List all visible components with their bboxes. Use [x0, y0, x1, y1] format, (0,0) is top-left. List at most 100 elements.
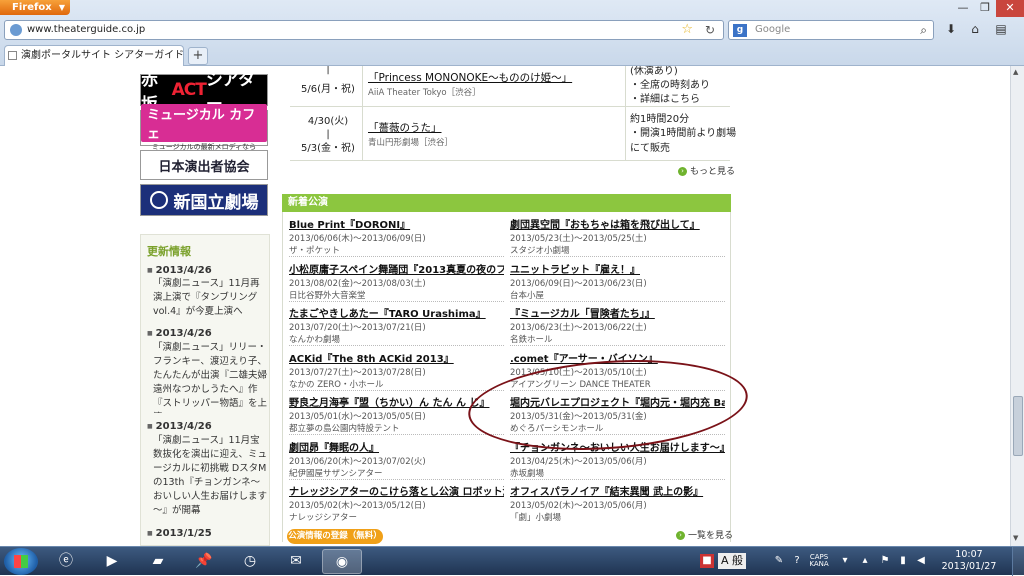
show-desktop-button[interactable]: [1012, 547, 1024, 576]
update-link[interactable]: 「演劇ニュース」11月再演上演で『タンブリング vol.4』が今夏上演へ: [153, 277, 269, 321]
tab-theaterguide[interactable]: 演劇ポータルサイト シアターガイド ...: [4, 45, 184, 66]
scroll-down-icon[interactable]: ▼: [1013, 534, 1018, 542]
home-icon[interactable]: ⌂: [967, 22, 983, 38]
performance-title[interactable]: 劇団昴『舞眠の人』: [289, 439, 504, 454]
performance-title[interactable]: ACKid『The 8th ACKid 2013』: [289, 350, 504, 365]
chevron-down-icon: ▼: [58, 3, 65, 12]
download-icon[interactable]: ⬇: [943, 22, 959, 38]
performance-item[interactable]: 『ミュージカル「冒険者たち」』 2013/06/23(土)～2013/06/22(…: [510, 305, 725, 345]
update-link[interactable]: 「演劇ニュース」11月宝数抜化を演出に迎え、ミュージカルに初挑戦 DスタMの13…: [153, 434, 269, 518]
schedule-title-link[interactable]: 「Princess MONONOKE～もののけ姫～」: [368, 70, 572, 85]
action-center-icon[interactable]: ⚑: [878, 554, 892, 568]
performance-dates: 2013/07/20(土)～2013/07/21(日): [289, 323, 426, 333]
performance-dates: 2013/08/02(金)～2013/08/03(土): [289, 278, 426, 289]
performance-dates: 2013/07/27(土)～2013/07/28(日): [289, 367, 426, 378]
site-identity-icon[interactable]: [10, 24, 22, 36]
performance-dates: 2013/06/09(日)～2013/06/23(日): [510, 278, 647, 289]
taskbar: ⓔ ▶ ▰ 📌 ◷ ✉ ◉ ■ A 般 ✎ ? CAPS KANA ▾ ▴ ⚑ ▮…: [0, 546, 1024, 576]
ime-indicator[interactable]: A 般: [718, 553, 747, 569]
performance-venue: 紀伊國屋サザンシアター: [289, 468, 383, 479]
search-icon[interactable]: ⌕: [920, 21, 927, 39]
performance-title[interactable]: ナレッジシアターのこけら落とし公演 ロボット演劇版『銀河鉄道の夜』: [289, 483, 504, 498]
maximize-button[interactable]: ❐: [972, 0, 998, 17]
performance-title[interactable]: オフィスパラノイア『結末異聞 武上の影』: [510, 483, 725, 498]
schedule-pipe: |: [326, 66, 330, 75]
banner-new-national-theatre[interactable]: 新国立劇場: [140, 184, 268, 216]
performance-item[interactable]: 劇団昴『舞眠の人』 2013/06/20(木)～2013/07/02(火) 紀伊國屋…: [289, 439, 504, 479]
performance-item[interactable]: Blue Print『DORONI』 2013/06/06(木)～2013/06/…: [289, 216, 504, 256]
arrow-right-icon: ›: [676, 531, 685, 540]
clock-icon[interactable]: ◷: [230, 549, 270, 574]
banner-japan-label: 日本演出者協会: [158, 159, 250, 175]
address-bar[interactable]: www.theaterguide.co.jp ☆ ↻: [4, 20, 724, 40]
internet-explorer-icon[interactable]: ⓔ: [46, 549, 86, 574]
performance-title[interactable]: たまごやきしあたー『TARO Urashima』: [289, 305, 504, 320]
thunderbird-icon[interactable]: ✉: [276, 549, 316, 574]
performance-title[interactable]: 劇団異空間『おもちゃは箱を飛び出して』: [510, 216, 725, 231]
google-engine-icon[interactable]: g: [733, 24, 747, 37]
signup-button[interactable]: 公演情報の登録（無料）: [287, 529, 383, 544]
schedule-pipe: |: [326, 129, 330, 140]
schedule-detail-link[interactable]: ・詳細はこちら: [630, 92, 740, 107]
search-box[interactable]: g Google ⌕: [728, 20, 934, 40]
banner-musical-cafe[interactable]: ミュージカル カフェ ミュージカルの最新メロディなら: [140, 104, 268, 151]
page-viewport: 赤坂ACTシアター ミュージカル カフェ ミュージカルの最新メロディなら 日本演…: [0, 66, 1010, 546]
media-player-icon[interactable]: ▶: [92, 549, 132, 574]
update-link[interactable]: 「演劇ニュース」リリー・フランキー、渡辺えり子、たんたんが出演『二雄夫婦遠州なつ…: [153, 341, 269, 413]
table-divider: [625, 66, 626, 160]
scroll-up-icon[interactable]: ▲: [1013, 68, 1018, 76]
schedule-date: 5/6(月・祝): [301, 84, 355, 95]
performance-item[interactable]: 劇団異空間『おもちゃは箱を飛び出して』 2013/05/23(土)～2013/05…: [510, 216, 725, 256]
performance-item[interactable]: 小松原庸子スペイン舞踊団『2013真夏の夜のフラメンコ』 2013/08/02(金…: [289, 261, 504, 301]
ime-settings-icon[interactable]: ✎: [772, 554, 786, 568]
list-link[interactable]: › 一覧を見る: [676, 528, 733, 541]
show-hidden-icons[interactable]: ▴: [858, 554, 872, 568]
chevron-down-icon[interactable]: ▾: [838, 554, 852, 568]
firefox-menu-button[interactable]: Firefox ▼: [0, 0, 70, 15]
clock[interactable]: 10:07 2013/01/27: [934, 549, 1004, 573]
update-date: 2013/4/26: [147, 265, 212, 276]
firefox-icon[interactable]: ◉: [322, 549, 362, 574]
bookmarks-menu-icon[interactable]: ▤: [993, 22, 1009, 38]
network-icon[interactable]: ▮: [896, 554, 910, 568]
performance-title[interactable]: ユニットラビット『雇え！』: [510, 261, 725, 276]
performance-item[interactable]: ACKid『The 8th ACKid 2013』 2013/07/27(土)～2…: [289, 350, 504, 390]
start-button[interactable]: [4, 548, 38, 575]
firefox-menu-label: Firefox: [12, 2, 52, 13]
help-icon[interactable]: ?: [790, 554, 804, 568]
performance-venue: 台本小屋: [510, 290, 545, 301]
banner-japan-directors[interactable]: 日本演出者協会: [140, 150, 268, 180]
folder-icon[interactable]: ▰: [138, 549, 178, 574]
app-tray-icon[interactable]: ■: [700, 554, 714, 568]
pushpin-icon[interactable]: 📌: [184, 549, 224, 574]
nntt-logo-icon: [149, 191, 168, 209]
performance-item[interactable]: ユニットラビット『雇え！』 2013/06/09(日)～2013/06/23(日)…: [510, 261, 725, 301]
schedule-title-link[interactable]: 「薔薇のうた」: [368, 120, 442, 135]
performance-title[interactable]: 小松原庸子スペイン舞踊団『2013真夏の夜のフラメンコ』: [289, 261, 504, 276]
performance-venue: ザ・ポケット: [289, 246, 341, 256]
performance-title[interactable]: 『ミュージカル「冒険者たち」』: [510, 305, 725, 320]
performance-item[interactable]: たまごやきしあたー『TARO Urashima』 2013/07/20(土)～20…: [289, 305, 504, 345]
performance-item[interactable]: ナレッジシアターのこけら落とし公演 ロボット演劇版『銀河鉄道の夜』 2013/05…: [289, 483, 504, 523]
volume-icon[interactable]: ◀: [914, 554, 928, 568]
banner-akasaka-act[interactable]: 赤坂ACTシアター: [140, 70, 268, 115]
performance-item[interactable]: オフィスパラノイア『結末異聞 武上の影』 2013/05/02(木)～2013/0…: [510, 483, 725, 523]
performance-dates: 2013/06/23(土)～2013/06/22(土): [510, 323, 647, 333]
performance-dates: 2013/06/20(木)～2013/07/02(火): [289, 456, 426, 467]
update-date: 2013/1/25: [147, 528, 212, 539]
page-favicon: [8, 51, 17, 60]
bookmark-star-icon[interactable]: ☆: [681, 21, 693, 39]
tab-title: 演劇ポータルサイト シアターガイド ...: [21, 50, 184, 61]
section-border: [282, 212, 283, 542]
reload-icon[interactable]: ↻: [705, 21, 715, 39]
browser-chrome: Firefox ▼ — ❐ ✕ www.theaterguide.co.jp ☆…: [0, 0, 1024, 66]
close-window-button[interactable]: ✕: [996, 0, 1024, 17]
vertical-scrollbar[interactable]: ▲ ▼: [1010, 66, 1024, 546]
more-link[interactable]: › もっと見る: [678, 164, 735, 177]
performance-dates: 2013/04/25(木)～2013/05/06(月): [510, 456, 647, 467]
url-text: www.theaterguide.co.jp: [27, 24, 146, 35]
scrollbar-thumb[interactable]: [1013, 396, 1023, 456]
banner-musical-label: ミュージカル カフェ: [141, 104, 267, 142]
new-tab-button[interactable]: +: [188, 47, 208, 65]
performance-title[interactable]: Blue Print『DORONI』: [289, 216, 504, 231]
